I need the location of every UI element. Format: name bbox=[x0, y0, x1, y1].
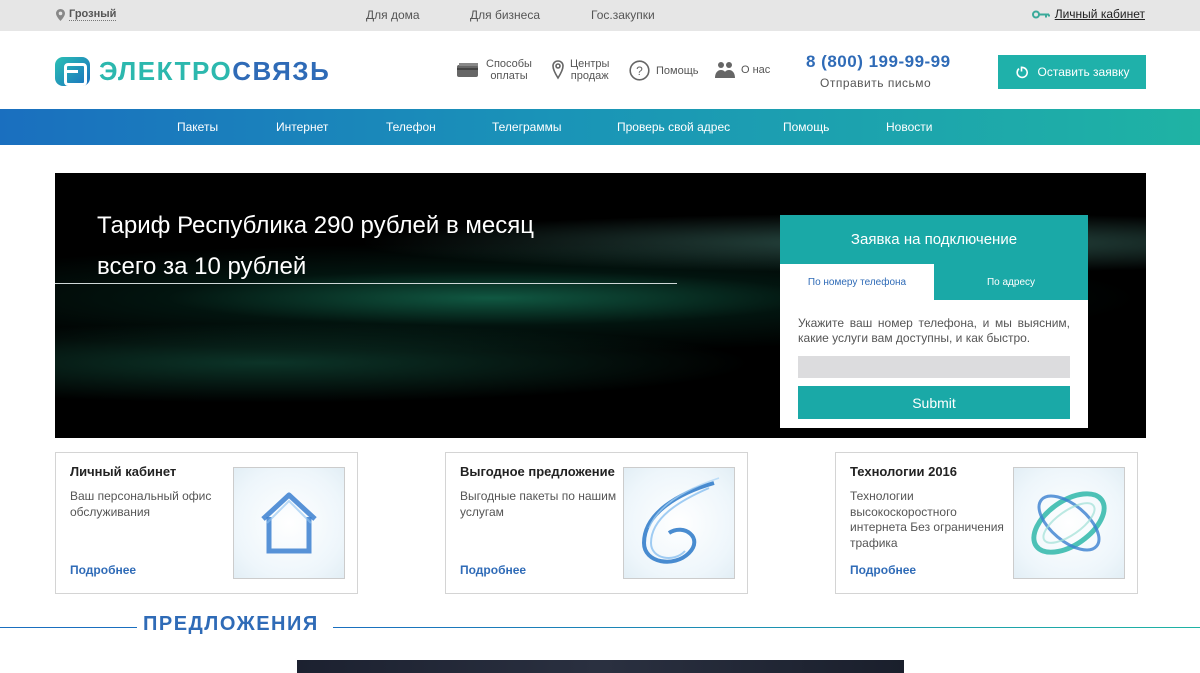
top-bar: Грозный Для дома Для бизнеса Гос.закупки… bbox=[0, 0, 1200, 31]
form-tabs: По номеру телефона По адресу bbox=[780, 264, 1088, 300]
card-title: Выгодное предложение bbox=[460, 464, 615, 479]
loop-image bbox=[1013, 467, 1125, 579]
location-pin-icon bbox=[56, 8, 65, 21]
nav-phone[interactable]: Телефон bbox=[386, 120, 436, 134]
logo-mark-icon bbox=[55, 57, 90, 86]
card-description: Технологии высокоскоростного интернета Б… bbox=[850, 489, 1004, 550]
card-description: Ваш персональный офис обслуживания bbox=[70, 489, 212, 519]
site-logo[interactable]: ЭЛЕКТРОСВЯЗЬ bbox=[55, 56, 330, 87]
nav-internet[interactable]: Интернет bbox=[276, 120, 328, 134]
nav-telegrams[interactable]: Телеграммы bbox=[492, 120, 561, 134]
swirl-image bbox=[623, 467, 735, 579]
offers-banner-preview[interactable] bbox=[297, 660, 904, 673]
order-button[interactable]: Оставить заявку bbox=[998, 55, 1146, 89]
city-selector[interactable]: Грозный bbox=[56, 8, 117, 21]
card-more-link[interactable]: Подробнее bbox=[70, 563, 136, 577]
topnav-home[interactable]: Для дома bbox=[366, 8, 420, 22]
logo-text: ЭЛЕКТРОСВЯЗЬ bbox=[99, 56, 331, 86]
help-link[interactable]: ? Помощь bbox=[629, 60, 699, 81]
phone-input[interactable] bbox=[798, 356, 1070, 378]
nav-help[interactable]: Помощь bbox=[783, 120, 829, 134]
pin-icon bbox=[552, 60, 564, 80]
card-title: Технологии 2016 bbox=[850, 464, 958, 479]
loop-icon bbox=[1031, 491, 1107, 555]
card-more-link[interactable]: Подробнее bbox=[850, 563, 916, 577]
section-divider bbox=[0, 627, 137, 628]
hero-divider bbox=[55, 283, 677, 284]
card-description: Выгодные пакеты по нашим услугам bbox=[460, 489, 617, 519]
submit-button[interactable]: Submit bbox=[798, 386, 1070, 419]
nav-news[interactable]: Новости bbox=[886, 120, 932, 134]
house-icon bbox=[261, 492, 317, 554]
card-more-link[interactable]: Подробнее bbox=[460, 563, 526, 577]
phone-number[interactable]: 8 (800) 199-99-99 bbox=[806, 52, 951, 72]
payment-methods-link[interactable]: Способы оплаты bbox=[456, 58, 532, 82]
house-image bbox=[233, 467, 345, 579]
section-title-offers: ПРЕДЛОЖЕНИЯ bbox=[143, 613, 319, 635]
power-icon bbox=[1015, 66, 1028, 78]
personal-cabinet-link[interactable]: Личный кабинет bbox=[1031, 7, 1145, 21]
form-instructions: Укажите ваш номер телефона, и мы выясним… bbox=[798, 316, 1070, 345]
section-divider bbox=[333, 627, 1200, 628]
svg-text:?: ? bbox=[636, 64, 643, 78]
city-label[interactable]: Грозный bbox=[69, 8, 117, 21]
topnav-business[interactable]: Для бизнеса bbox=[470, 8, 540, 22]
site-header: ЭЛЕКТРОСВЯЗЬ Способы оплаты Центры продаж … bbox=[0, 31, 1200, 109]
topnav-procurement[interactable]: Гос.закупки bbox=[591, 8, 655, 22]
swirl-icon bbox=[641, 477, 720, 564]
hero-title: Тариф Республика 290 рублей в месяц всег… bbox=[97, 212, 534, 280]
connection-request-form: Заявка на подключение По номеру телефона… bbox=[780, 215, 1088, 428]
main-nav: Пакеты Интернет Телефон Телеграммы Прове… bbox=[0, 109, 1200, 145]
hero-light-streak bbox=[55, 323, 755, 403]
people-icon bbox=[715, 62, 735, 78]
key-icon bbox=[1031, 10, 1050, 18]
sales-centers-link[interactable]: Центры продаж bbox=[552, 58, 609, 82]
nav-packages[interactable]: Пакеты bbox=[177, 120, 218, 134]
card-personal-cabinet[interactable]: Личный кабинет Ваш персональный офис обс… bbox=[55, 452, 358, 594]
send-email-link[interactable]: Отправить письмо bbox=[820, 76, 931, 90]
tab-by-phone[interactable]: По номеру телефона bbox=[780, 264, 934, 300]
card-technologies[interactable]: Технологии 2016 Технологии высокоскорост… bbox=[835, 452, 1138, 594]
card-best-offer[interactable]: Выгодное предложение Выгодные пакеты по … bbox=[445, 452, 748, 594]
form-title: Заявка на подключение bbox=[780, 215, 1088, 264]
question-icon: ? bbox=[629, 60, 650, 81]
about-link[interactable]: О нас bbox=[715, 61, 770, 78]
cabinet-label[interactable]: Личный кабинет bbox=[1055, 7, 1145, 21]
card-icon bbox=[457, 63, 478, 77]
nav-check-address[interactable]: Проверь свой адрес bbox=[617, 120, 730, 134]
card-title: Личный кабинет bbox=[70, 464, 177, 479]
tab-by-address[interactable]: По адресу bbox=[934, 264, 1088, 300]
